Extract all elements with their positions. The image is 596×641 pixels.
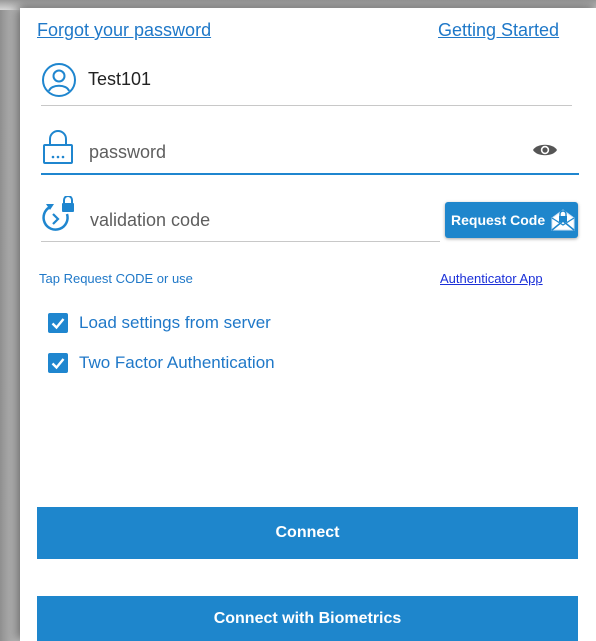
connect-biometrics-button[interactable]: Connect with Biometrics (37, 596, 578, 641)
load-settings-label: Load settings from server (79, 313, 271, 332)
eye-icon[interactable] (532, 141, 558, 159)
connect-biometrics-label: Connect with Biometrics (213, 609, 402, 627)
forgot-password-link[interactable]: Forgot your password (37, 20, 211, 41)
getting-started-link[interactable]: Getting Started (438, 20, 559, 41)
lock-refresh-icon (40, 195, 80, 236)
window-frame-left (0, 0, 22, 641)
two-factor-checkbox[interactable]: Two Factor Authentication (48, 353, 275, 373)
password-underline (41, 173, 579, 175)
two-factor-label: Two Factor Authentication (79, 353, 275, 372)
lock-icon (41, 128, 75, 166)
checkmark-icon (48, 313, 68, 333)
password-field[interactable]: password (89, 142, 166, 163)
connect-label: Connect (275, 524, 340, 541)
authenticator-app-link[interactable]: Authenticator App (440, 271, 543, 286)
user-circle-icon (41, 62, 77, 98)
username-underline (41, 105, 572, 106)
validation-underline (41, 241, 440, 242)
connect-button[interactable]: Connect (37, 507, 578, 559)
login-form: Forgot your password Getting Started Tes… (20, 8, 596, 641)
envelope-lock-icon (551, 209, 575, 231)
request-hint-text: Tap Request CODE or use (39, 271, 193, 286)
request-code-label: Request Code (451, 212, 546, 228)
request-code-button[interactable]: Request Code (445, 202, 578, 238)
load-settings-checkbox[interactable]: Load settings from server (48, 313, 271, 333)
checkmark-icon (48, 353, 68, 373)
validation-code-field[interactable]: validation code (90, 210, 210, 231)
username-field[interactable]: Test101 (88, 69, 151, 90)
